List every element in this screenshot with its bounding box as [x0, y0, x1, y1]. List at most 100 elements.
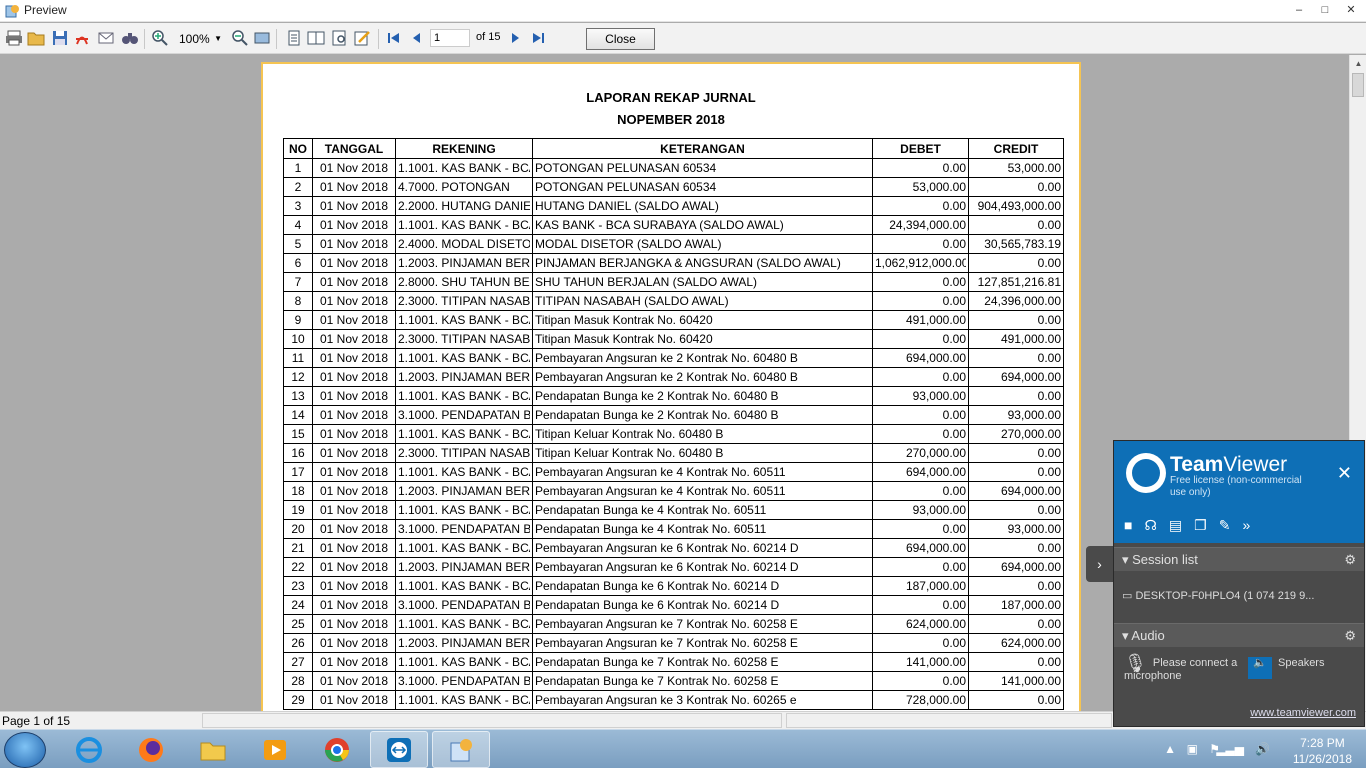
table-row: 4 01 Nov 2018 1.1001. KAS BANK - BCA KAS BA… — [283, 215, 1064, 235]
close-icon[interactable]: ✕ — [1337, 463, 1352, 484]
cell-debet: 694,000.00 — [872, 538, 969, 558]
cell-credit-text: 0.00 — [1037, 579, 1061, 593]
save-icon[interactable] — [50, 28, 70, 48]
single-page-icon[interactable] — [284, 28, 304, 48]
video-icon[interactable]: ■ — [1124, 517, 1132, 534]
show-hidden-icons-icon[interactable]: ▲ — [1164, 742, 1176, 756]
table-row: 6 01 Nov 2018 1.2003. PINJAMAN BERJANGKA PI… — [283, 253, 1064, 273]
print-icon[interactable] — [4, 28, 24, 48]
session-list-header[interactable]: ▾ Session list ⚙ — [1114, 547, 1364, 571]
cell-no-text: 29 — [291, 693, 305, 707]
cell-credit-text: 127,851,216.81 — [977, 275, 1061, 289]
speakers-area[interactable]: 🔈 Speakers — [1248, 657, 1358, 679]
cell-keterangan-text: Pembayaran Angsuran ke 2 Kontrak No. 604… — [535, 370, 798, 384]
cell-credit: 0.00 — [968, 215, 1064, 235]
fit-page-icon[interactable] — [252, 28, 272, 48]
media-player-icon[interactable] — [246, 731, 304, 768]
zoom-in-icon[interactable] — [150, 28, 170, 48]
cell-no: 26 — [283, 633, 313, 653]
chat-icon[interactable]: ▤ — [1169, 517, 1182, 534]
zoom-select[interactable]: 100% ▼ — [176, 30, 224, 48]
windows-start-icon[interactable] — [4, 732, 46, 768]
table-row: 21 01 Nov 2018 1.1001. KAS BANK - BCA Pemba… — [283, 538, 1064, 558]
cell-rekening-text: 2.2000. HUTANG DANIEL — [398, 199, 530, 213]
cell-debet-text: 0.00 — [942, 427, 966, 441]
search-icon[interactable] — [330, 28, 350, 48]
cell-debet: 0.00 — [872, 595, 969, 615]
table-row: 16 01 Nov 2018 2.3000. TITIPAN NASABAH Titi… — [283, 443, 1064, 463]
audio-header[interactable]: ▾ Audio ⚙ — [1114, 623, 1364, 647]
cell-rekening-text: 1.1001. KAS BANK - BCA — [398, 161, 530, 175]
cell-rekening-text: 1.2003. PINJAMAN BERJANGKA — [398, 370, 530, 384]
cell-no: 15 — [283, 424, 313, 444]
clock[interactable]: 7:28 PM 11/26/2018 — [1293, 735, 1352, 767]
volume-icon[interactable]: 🔊 — [1255, 742, 1270, 756]
cell-debet-text: 187,000.00 — [905, 579, 966, 593]
teamviewer-brand-bold: Team — [1170, 453, 1224, 476]
cell-debet-text: 93,000.00 — [912, 389, 966, 403]
next-page-icon[interactable] — [506, 28, 526, 48]
teamviewer-link[interactable]: www.teamviewer.com — [1250, 707, 1356, 719]
first-page-icon[interactable] — [384, 28, 404, 48]
pdf-icon[interactable] — [72, 28, 92, 48]
cell-keterangan: Pembayaran Angsuran ke 7 Kontrak No. 602… — [532, 614, 873, 634]
teamviewer-taskbar-icon[interactable] — [370, 731, 428, 768]
cell-tanggal: 01 Nov 2018 — [312, 405, 396, 425]
cell-rekening-text: 1.1001. KAS BANK - BCA — [398, 503, 530, 517]
cell-keterangan-text: Titipan Keluar Kontrak No. 60480 B — [535, 446, 724, 460]
cell-keterangan: Pendapatan Bunga ke 4 Kontrak No. 60511 — [532, 500, 873, 520]
last-page-icon[interactable] — [528, 28, 548, 48]
cell-debet-text: 0.00 — [942, 560, 966, 574]
zoom-out-icon[interactable] — [230, 28, 250, 48]
close-button[interactable]: Close — [586, 28, 655, 50]
gear-icon[interactable]: ⚙ — [1344, 624, 1356, 648]
gear-icon[interactable]: ⚙ — [1344, 548, 1356, 572]
network-icon[interactable]: ▂▃▅ — [1216, 742, 1244, 756]
scroll-thumb[interactable] — [1352, 73, 1364, 97]
preview-app-taskbar-icon[interactable] — [432, 731, 490, 768]
table-row: 25 01 Nov 2018 1.1001. KAS BANK - BCA Pemba… — [283, 614, 1064, 634]
cell-rekening-text: 1.2003. PINJAMAN BERJANGKA — [398, 636, 530, 650]
teamviewer-header: TeamViewer Free license (non-commercial … — [1114, 441, 1364, 543]
page-number-input[interactable]: 1 — [430, 29, 470, 47]
minimize-button[interactable]: – — [1290, 2, 1308, 18]
session-item[interactable]: ▭ DESKTOP-F0HPLO4 (1 074 219 9... — [1122, 589, 1362, 602]
cell-credit: 0.00 — [968, 690, 1064, 710]
teamviewer-collapse-tab[interactable]: › — [1086, 546, 1113, 582]
cell-keterangan-text: POTONGAN PELUNASAN 60534 — [535, 180, 717, 194]
cell-rekening: 1.1001. KAS BANK - BCA — [395, 538, 533, 558]
cell-debet: 93,000.00 — [872, 500, 969, 520]
report-subtitle: NOPEMBER 2018 — [617, 112, 725, 127]
internet-explorer-icon[interactable] — [60, 731, 118, 768]
cell-keterangan-text: Pendapatan Bunga ke 4 Kontrak No. 60511 — [535, 522, 767, 536]
file-explorer-icon[interactable] — [184, 731, 242, 768]
cell-debet-text: 1,062,912,000.00 — [875, 256, 966, 270]
headset-icon[interactable]: ☊ — [1144, 517, 1156, 534]
cell-credit-text: 0.00 — [1037, 693, 1061, 707]
cell-no-text: 19 — [291, 503, 305, 517]
cell-debet: 0.00 — [872, 234, 969, 254]
cell-tanggal: 01 Nov 2018 — [312, 196, 396, 216]
tools-icon[interactable]: ✎ — [1219, 517, 1231, 534]
two-page-icon[interactable] — [306, 28, 326, 48]
cell-debet-text: 0.00 — [942, 522, 966, 536]
firefox-icon[interactable] — [122, 731, 180, 768]
scroll-up-icon[interactable]: ▲ — [1350, 55, 1366, 72]
email-icon[interactable] — [96, 28, 116, 48]
files-icon[interactable]: ❐ — [1194, 517, 1207, 534]
cell-no-text: 9 — [294, 313, 302, 327]
find-icon[interactable] — [120, 28, 140, 48]
chrome-icon[interactable] — [308, 731, 366, 768]
devices-icon[interactable]: ▣ — [1187, 742, 1198, 756]
cell-keterangan: Pendapatan Bunga ke 7 Kontrak No. 60258 … — [532, 671, 873, 691]
cell-keterangan: Pembayaran Angsuran ke 4 Kontrak No. 605… — [532, 481, 873, 501]
cell-credit-text: 24,396,000.00 — [984, 294, 1061, 308]
close-window-button[interactable]: ✕ — [1342, 2, 1360, 18]
open-folder-icon[interactable] — [26, 28, 46, 48]
edit-icon[interactable] — [352, 28, 372, 48]
cell-rekening-text: 3.1000. PENDAPATAN BUNGA — [398, 674, 530, 688]
prev-page-icon[interactable] — [406, 28, 426, 48]
maximize-button[interactable]: □ — [1316, 2, 1334, 18]
more-icon[interactable]: » — [1242, 517, 1250, 534]
cell-credit: 694,000.00 — [968, 367, 1064, 387]
